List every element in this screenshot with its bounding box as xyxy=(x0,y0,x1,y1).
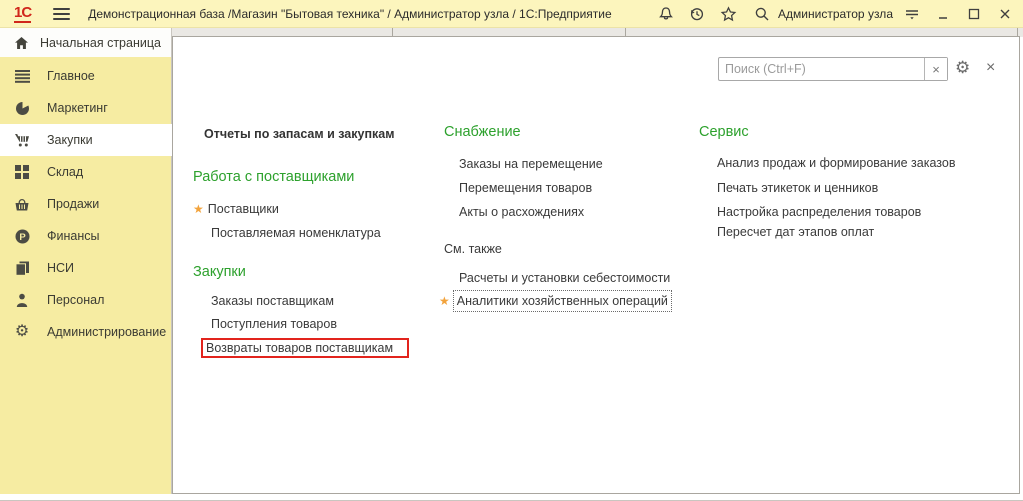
sidebar-item-home[interactable]: Начальная страница xyxy=(0,28,172,57)
1c-logo: 1С xyxy=(14,5,31,23)
app-window: { "titlebar": { "logo": "1С", "title": "… xyxy=(0,0,1023,501)
favorites-star-icon[interactable] xyxy=(720,6,737,23)
notifications-bell-icon[interactable] xyxy=(657,6,674,23)
pages-icon xyxy=(13,260,31,276)
sidebar-item-administration[interactable]: ⚙ Администрирование xyxy=(0,316,172,348)
sidebar-item-main[interactable]: Главное xyxy=(0,60,172,92)
sidebar-item-marketing[interactable]: Маркетинг xyxy=(0,92,172,124)
main-menu-icon[interactable] xyxy=(53,8,70,20)
menu-link-transfer-orders[interactable]: Заказы на перемещение xyxy=(459,155,603,173)
menu-link-goods-distribution-setup[interactable]: Настройка распределения товаров xyxy=(717,203,921,221)
search-clear-icon[interactable]: × xyxy=(924,58,947,80)
sidebar-item-purchases[interactable]: Закупки xyxy=(0,124,172,156)
sidebar-item-label: Главное xyxy=(47,69,95,83)
sidebar-item-label: Склад xyxy=(47,165,83,179)
basket-icon xyxy=(13,196,31,212)
cart-icon xyxy=(13,132,31,148)
menu-lines-icon xyxy=(13,68,31,84)
titlebar-actions: Администратор узла xyxy=(657,0,1023,28)
sidebar-item-finance[interactable]: Р Финансы xyxy=(0,220,172,252)
sidebar-item-label: Финансы xyxy=(47,229,99,243)
favorite-star-icon[interactable]: ★ xyxy=(439,294,450,308)
history-icon[interactable] xyxy=(688,6,705,23)
svg-text:Р: Р xyxy=(19,232,26,243)
menu-link-goods-returns-to-suppliers[interactable]: Возвраты товаров поставщикам xyxy=(206,339,393,357)
sidebar-item-label: Персонал xyxy=(47,293,104,307)
sidebar-item-label: Начальная страница xyxy=(40,36,161,50)
panel-close-icon[interactable]: × xyxy=(986,58,995,78)
group-header-service: Сервис xyxy=(699,124,749,140)
menu-row-business-analytics: ★ Аналитики хозяйственных операций xyxy=(439,291,671,311)
menu-link-discrepancy-acts[interactable]: Акты о расхождениях xyxy=(459,203,584,221)
menu-link-sales-analysis-order-formation[interactable]: Анализ продаж и формирование заказов xyxy=(717,154,955,172)
favorite-star-icon[interactable]: ★ xyxy=(193,202,204,216)
close-window-icon[interactable] xyxy=(996,6,1013,23)
sidebar-item-label: НСИ xyxy=(47,261,74,275)
home-icon xyxy=(12,35,30,51)
ruble-circle-icon: Р xyxy=(13,228,31,244)
menu-row-suppliers: ★ Поставщики xyxy=(193,200,279,218)
panel-settings-gear-icon[interactable]: ⚙ xyxy=(955,58,970,78)
titlebar: 1С Демонстрационная база /Магазин "Бытов… xyxy=(0,0,1023,28)
see-also-label: См. также xyxy=(444,242,502,256)
menu-link-goods-receipts[interactable]: Поступления товаров xyxy=(211,315,337,333)
group-header-suppliers-work: Работа с поставщиками xyxy=(193,169,354,185)
menu-link-goods-transfers[interactable]: Перемещения товаров xyxy=(459,179,592,197)
group-header-supply: Снабжение xyxy=(444,124,521,140)
gear-icon: ⚙ xyxy=(13,324,31,340)
menu-link-suppliers[interactable]: Поставщики xyxy=(208,200,279,218)
maximize-icon[interactable] xyxy=(965,6,982,23)
sidebar-item-nsi[interactable]: НСИ xyxy=(0,252,172,284)
grid-icon xyxy=(13,164,31,180)
menu-link-label-price-tag-printing[interactable]: Печать этикеток и ценников xyxy=(717,179,878,197)
sidebar-item-label: Администрирование xyxy=(47,325,166,339)
menu-link-orders-to-suppliers[interactable]: Заказы поставщикам xyxy=(211,292,334,310)
sidebar-item-warehouse[interactable]: Склад xyxy=(0,156,172,188)
search-box: × xyxy=(718,57,948,81)
sidebar-item-personnel[interactable]: Персонал xyxy=(0,284,172,316)
sections-panel: Главное Маркетинг Закупки xyxy=(0,57,172,494)
sidebar-item-label: Маркетинг xyxy=(47,101,108,115)
sidebar-item-sales[interactable]: Продажи xyxy=(0,188,172,220)
search-icon[interactable] xyxy=(753,6,770,23)
menu-link-business-operation-analytics[interactable]: Аналитики хозяйственных операций xyxy=(454,291,671,311)
window-title: Демонстрационная база /Магазин "Бытовая … xyxy=(88,7,612,21)
current-user-label: Администратор узла xyxy=(778,7,893,21)
menu-item-stock-purchase-reports[interactable]: Отчеты по запасам и закупкам xyxy=(204,127,394,141)
minimize-icon[interactable] xyxy=(934,6,951,23)
pie-chart-icon xyxy=(13,100,31,116)
sidebar-item-label: Закупки xyxy=(47,133,93,147)
sidebar-item-label: Продажи xyxy=(47,197,99,211)
group-header-purchases: Закупки xyxy=(193,264,246,280)
section-functions-panel: × ⚙ × Отчеты по запасам и закупкам Работ… xyxy=(172,36,1020,494)
menu-link-supplied-nomenclature[interactable]: Поставляемая номенклатура xyxy=(211,224,381,242)
search-input[interactable] xyxy=(719,58,924,80)
menu-link-cost-calculations[interactable]: Расчеты и установки себестоимости xyxy=(459,269,670,287)
person-icon xyxy=(13,292,31,308)
menu-link-payment-stage-dates-recalc[interactable]: Пересчет дат этапов оплат xyxy=(717,223,874,241)
service-menu-icon[interactable] xyxy=(903,6,920,23)
